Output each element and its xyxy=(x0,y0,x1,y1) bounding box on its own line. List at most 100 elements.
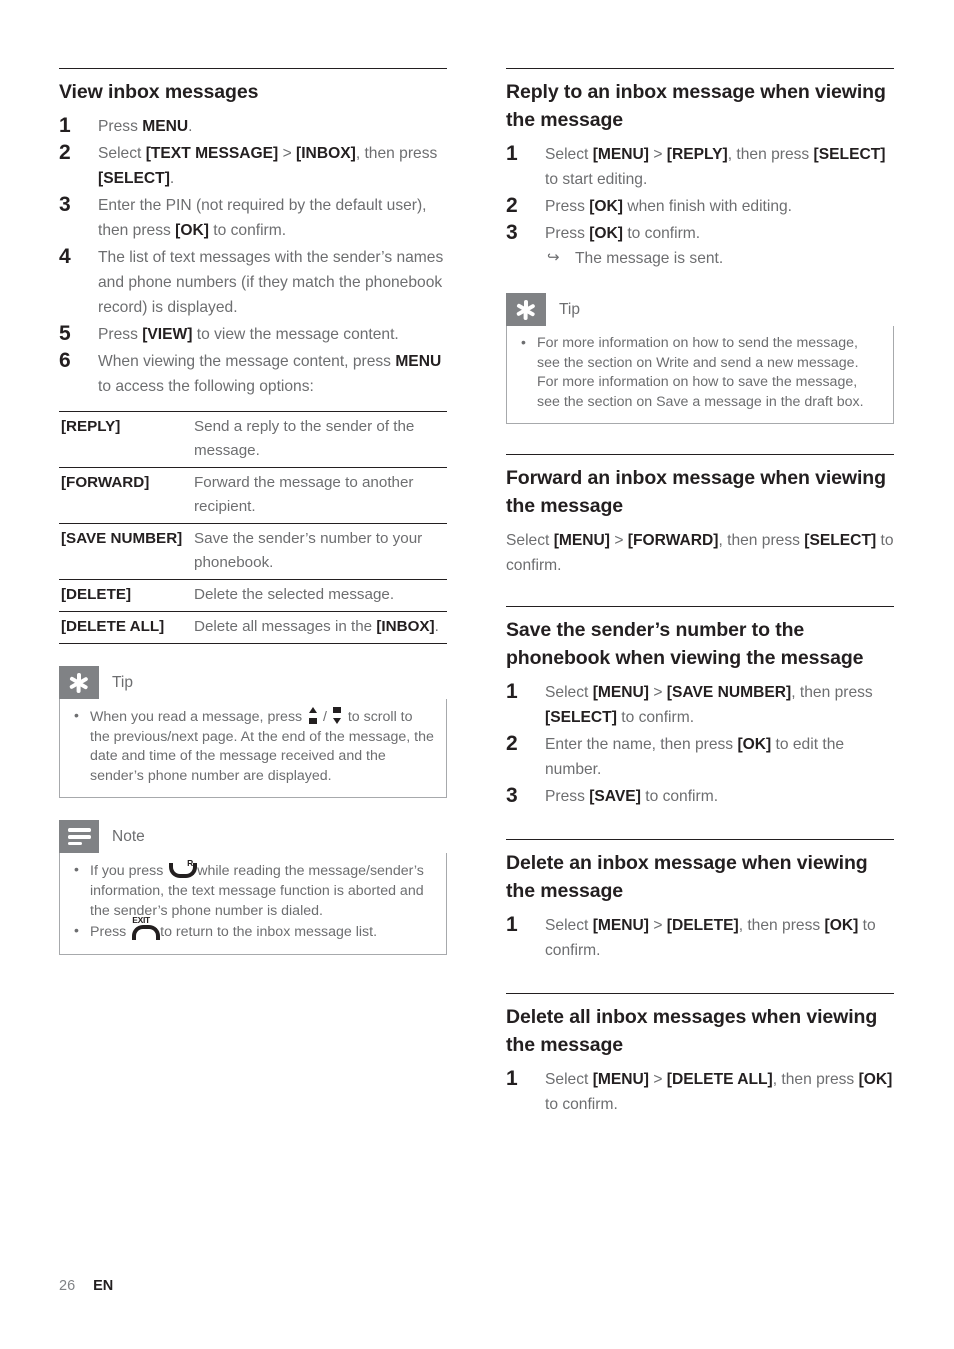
steps-list: 1 Press MENU. 2 Select [TEXT MESSAGE] > [IN… xyxy=(59,114,447,399)
bullet-item: When you read a message, press / to scro… xyxy=(72,706,434,786)
note-callout-label: Note xyxy=(112,827,145,845)
bullet-item: For more information on how to send the … xyxy=(519,333,881,412)
emphasis-text: [SELECT] xyxy=(545,709,617,727)
step-number: 2 xyxy=(506,732,518,756)
step-item: 3 Enter the PIN (not required by the defa… xyxy=(59,193,447,243)
step-text: The list of text messages with the sende… xyxy=(98,249,444,316)
step-item: 2 Press [OK] when finish with editing. xyxy=(506,194,894,219)
emphasis-text: [SAVE NUMBER] xyxy=(666,684,792,702)
steps-list: 1 Select [MENU] > [SAVE NUMBER], then pre… xyxy=(506,680,894,809)
option-name: [DELETE ALL] xyxy=(59,611,192,644)
step-text: Press MENU. xyxy=(98,118,193,135)
tip-bullets: For more information on how to send the … xyxy=(519,333,881,412)
emphasis-text: [MENU] xyxy=(553,532,610,550)
section-divider xyxy=(506,606,894,608)
step-number: 1 xyxy=(506,1067,518,1091)
section-view-inbox-messages: View inbox messages 1 Press MENU. 2 Select … xyxy=(59,68,447,644)
section-delete-inbox-message: Delete an inbox message when viewing the… xyxy=(506,839,894,963)
emphasis-text: [OK] xyxy=(589,198,623,215)
footer-page-number: 26 xyxy=(59,1278,76,1294)
bullet-item: If you press R while reading the message… xyxy=(72,859,434,921)
emphasis-text: [REPLY] xyxy=(666,146,728,163)
section-divider xyxy=(506,454,894,456)
step-text: Press [VIEW] to view the message content… xyxy=(98,326,399,343)
emphasis-text: [MENU] xyxy=(592,1071,649,1089)
section-heading: Delete an inbox message when viewing the… xyxy=(506,852,868,903)
option-description: Delete all messages in the [INBOX]. xyxy=(192,611,447,644)
section-paragraph: Select [MENU] > [FORWARD], then press [S… xyxy=(506,532,894,575)
step-number: 3 xyxy=(506,784,518,808)
emphasis-text: [MENU] xyxy=(592,684,649,702)
step-text: Select [MENU] > [SAVE NUMBER], then pres… xyxy=(545,684,873,727)
step-text: When viewing the message content, press … xyxy=(98,353,442,395)
section-heading: Forward an inbox message when viewing th… xyxy=(506,467,886,518)
page-title: View inbox messages xyxy=(59,81,259,103)
scroll-up-key-icon xyxy=(307,707,318,724)
note-bullets: If you press R while reading the message… xyxy=(72,859,434,942)
step-item: 2 Select [TEXT MESSAGE] > [INBOX], then p… xyxy=(59,141,447,191)
emphasis-text: [SELECT] xyxy=(98,170,170,187)
manual-page: View inbox messages 1 Press MENU. 2 Select … xyxy=(0,0,954,1349)
step-number: 1 xyxy=(506,913,518,937)
steps-list: 1 Select [MENU] > [DELETE ALL], then pres… xyxy=(506,1067,894,1117)
step-item: 1 Press MENU. xyxy=(59,114,447,139)
option-description: Save the sender’s number to your phonebo… xyxy=(192,523,447,580)
emphasis-text: MENU xyxy=(395,353,442,370)
section-divider xyxy=(506,68,894,69)
tip-callout-label: Tip xyxy=(112,673,133,691)
option-name: [REPLY] xyxy=(59,411,192,468)
tip-callout: Tip When you read a message, press / to … xyxy=(59,666,447,799)
tip-callout: Tip For more information on how to send … xyxy=(506,293,894,425)
step-item: 3 Press [SAVE] to confirm. xyxy=(506,784,894,809)
footer-language: EN xyxy=(93,1278,114,1294)
step-number: 2 xyxy=(506,194,518,217)
step-number: 3 xyxy=(59,193,71,216)
tip-callout-body: For more information on how to send the … xyxy=(506,326,894,425)
step-item: 1 Select [MENU] > [DELETE ALL], then pres… xyxy=(506,1067,894,1117)
emphasis-text: [MENU] xyxy=(592,917,649,935)
step-text: Enter the name, then press [OK] to edit … xyxy=(545,736,845,779)
section-divider xyxy=(59,68,447,69)
step-item: 2 Enter the name, then press [OK] to edit… xyxy=(506,732,894,782)
step-number: 5 xyxy=(59,322,71,345)
option-name: [FORWARD] xyxy=(59,467,192,524)
emphasis-text: [DELETE] xyxy=(666,917,739,935)
emphasis-text: [OK] xyxy=(737,736,772,754)
option-name: [SAVE NUMBER] xyxy=(59,523,192,580)
scroll-down-key-icon xyxy=(332,707,343,724)
emphasis-text: [INBOX] xyxy=(296,145,356,162)
emphasis-text: [SELECT] xyxy=(813,146,886,163)
emphasis-text: [OK] xyxy=(858,1071,893,1089)
option-name: [DELETE] xyxy=(59,579,192,612)
option-description: Delete the selected message. xyxy=(192,579,447,612)
tip-callout-label: Tip xyxy=(559,300,580,318)
step-number: 1 xyxy=(506,680,518,704)
section-reply-to-inbox-message: Reply to an inbox message when viewing t… xyxy=(506,68,894,271)
step-number: 4 xyxy=(59,245,71,268)
emphasis-text: [VIEW] xyxy=(142,326,193,343)
step-text: Select [TEXT MESSAGE] > [INBOX], then pr… xyxy=(98,145,438,187)
emphasis-text: [SELECT] xyxy=(804,532,877,550)
emphasis-text: [OK] xyxy=(589,225,623,242)
step-number: 1 xyxy=(59,114,71,137)
step-item: 5 Press [VIEW] to view the message conten… xyxy=(59,322,447,347)
step-result: ↪ The message is sent. xyxy=(545,247,894,271)
step-item: 1 Select [MENU] > [SAVE NUMBER], then pre… xyxy=(506,680,894,730)
tip-callout-tab: Tip xyxy=(59,666,447,699)
emphasis-text: [DELETE ALL] xyxy=(666,1071,773,1089)
step-item: 6 When viewing the message content, press… xyxy=(59,349,447,399)
step-number: 6 xyxy=(59,349,71,372)
note-callout-body: If you press R while reading the message… xyxy=(59,853,447,955)
step-number: 1 xyxy=(506,142,518,165)
table-row: [FORWARD] Forward the message to another … xyxy=(59,467,447,524)
table-row: [DELETE ALL] Delete all messages in the [… xyxy=(59,611,447,644)
emphasis-text: [OK] xyxy=(175,222,209,239)
step-item: 4 The list of text messages with the send… xyxy=(59,245,447,320)
step-text: Press [SAVE] to confirm. xyxy=(545,788,719,806)
note-callout: Note If you press R while reading the me… xyxy=(59,820,447,955)
step-text: Press [OK] when finish with editing. xyxy=(545,198,793,215)
exit-handset-icon: EXIT xyxy=(132,916,161,941)
section-heading: Delete all inbox messages when viewing t… xyxy=(506,1006,878,1057)
emphasis-text: [SAVE] xyxy=(589,788,641,806)
step-item: 3 Press [OK] to confirm. ↪ The message is s… xyxy=(506,221,894,271)
